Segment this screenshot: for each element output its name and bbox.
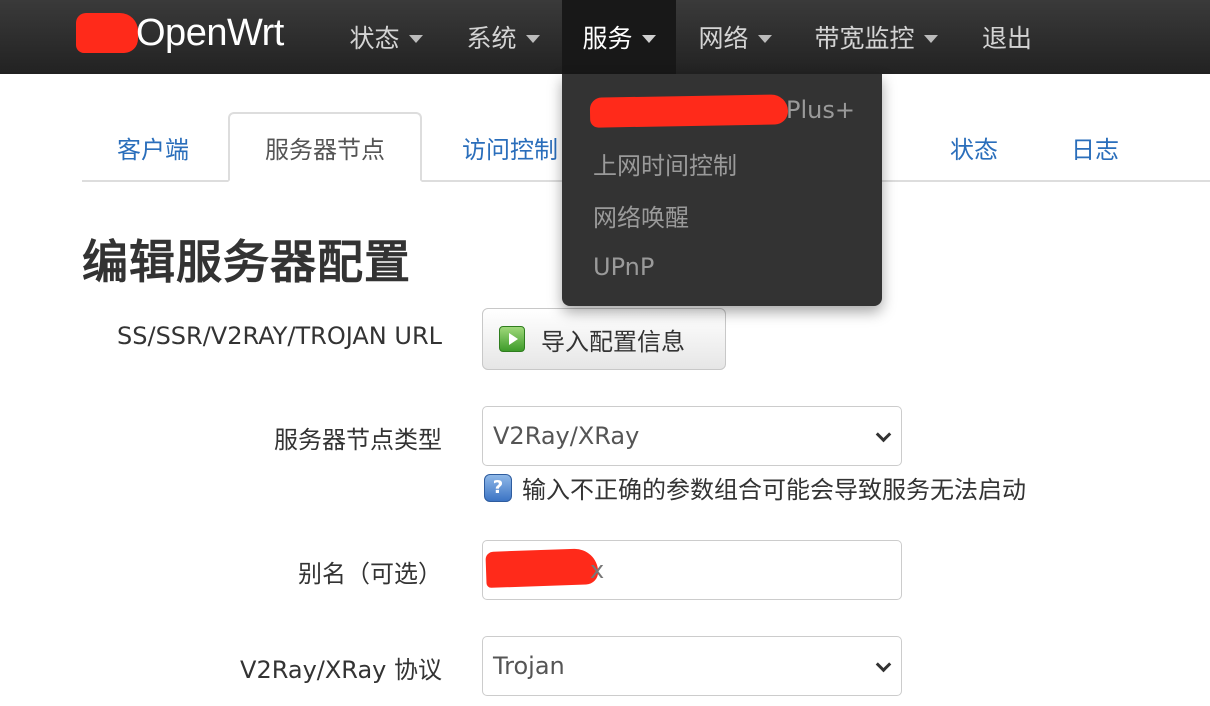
nav-network[interactable]: 网络 — [679, 0, 791, 74]
play-icon — [499, 326, 525, 352]
menu-item-time-control-label: 上网时间控制 — [593, 151, 737, 180]
node-type-hint-text: 输入不正确的参数组合可能会导致服务无法启动 — [522, 476, 1026, 504]
caret-down-icon — [641, 34, 656, 43]
brand-name: OpenWrt — [136, 11, 284, 54]
node-type-select[interactable]: V2Ray/XRay — [482, 406, 902, 466]
tab-log[interactable]: 日志 — [1048, 112, 1142, 182]
tab-server-nodes-label: 服务器节点 — [265, 135, 385, 164]
protocol-value: Trojan — [493, 652, 565, 680]
nav-logout[interactable]: 退出 — [962, 0, 1052, 74]
nav-network-label: 网络 — [698, 24, 749, 53]
menu-item-upnp[interactable]: UPnP — [593, 249, 654, 285]
page-title: 编辑服务器配置 — [82, 235, 411, 289]
menu-item-time-control[interactable]: 上网时间控制 — [593, 145, 737, 181]
tab-access-control-label: 访问控制 — [462, 135, 558, 164]
node-type-hint: ? 输入不正确的参数组合可能会导致服务无法启动 — [484, 470, 1026, 505]
menu-item-redaction — [589, 94, 789, 128]
protocol-select[interactable]: Trojan — [482, 636, 902, 696]
tab-status[interactable]: 状态 — [924, 112, 1024, 182]
nav-status[interactable]: 状态 — [330, 0, 442, 74]
nav-logout-label: 退出 — [981, 24, 1032, 53]
caret-down-icon — [408, 34, 423, 43]
nav-services-label: 服务 — [582, 24, 633, 53]
menu-item-plus[interactable]: Plus+ — [786, 92, 855, 128]
tab-status-label: 状态 — [950, 135, 998, 164]
brand-redaction — [76, 13, 138, 53]
alias-value-tail: x — [590, 556, 605, 584]
tab-log-label: 日志 — [1071, 135, 1119, 164]
import-config-button-label: 导入配置信息 — [541, 327, 685, 356]
import-config-button[interactable]: 导入配置信息 — [482, 308, 726, 370]
caret-down-icon — [757, 34, 772, 43]
chevron-down-icon — [875, 656, 892, 673]
nav-system[interactable]: 系统 — [447, 0, 559, 74]
tab-client-label: 客户端 — [117, 135, 189, 164]
alias-redaction — [485, 548, 599, 588]
top-navbar: OpenWrt 状态 系统 服务 网络 带宽监控 退出 — [0, 0, 1210, 74]
menu-item-plus-label: Plus+ — [786, 96, 855, 124]
protocol-label: V2Ray/XRay 协议 — [240, 656, 442, 684]
nav-bandwidth[interactable]: 带宽监控 — [795, 0, 957, 74]
chevron-down-icon — [875, 426, 892, 443]
menu-item-upnp-label: UPnP — [593, 253, 655, 281]
tab-server-nodes[interactable]: 服务器节点 — [228, 112, 422, 182]
tab-client[interactable]: 客户端 — [92, 112, 214, 182]
import-url-label: SS/SSR/V2RAY/TROJAN URL — [117, 322, 442, 350]
node-type-label: 服务器节点类型 — [274, 426, 442, 454]
help-icon: ? — [484, 473, 512, 502]
menu-item-wol[interactable]: 网络唤醒 — [593, 197, 689, 233]
alias-label: 别名（可选） — [298, 560, 442, 588]
nav-status-label: 状态 — [349, 24, 400, 53]
nav-bandwidth-label: 带宽监控 — [814, 24, 915, 53]
caret-down-icon — [923, 34, 938, 43]
services-dropdown-menu: Plus+ 上网时间控制 网络唤醒 UPnP — [562, 74, 882, 306]
nav-system-label: 系统 — [466, 24, 517, 53]
caret-down-icon — [525, 34, 540, 43]
brand-logo[interactable]: OpenWrt — [76, 8, 284, 58]
menu-item-wol-label: 网络唤醒 — [593, 203, 689, 232]
tab-access-control[interactable]: 访问控制 — [440, 112, 580, 182]
nav-services[interactable]: 服务 — [562, 0, 676, 74]
node-type-value: V2Ray/XRay — [493, 422, 640, 450]
